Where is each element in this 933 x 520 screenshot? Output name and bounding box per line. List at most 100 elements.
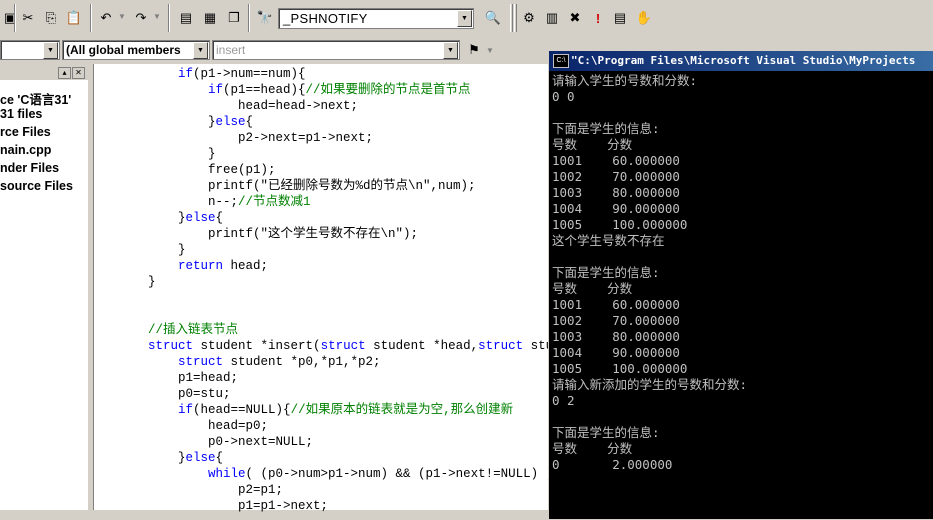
console-line: 请输入学生的号数和分数: [552, 73, 698, 88]
wizard-class-combo[interactable]: ▼ [0, 40, 60, 60]
tree-item-source-files[interactable]: rce Files [0, 125, 51, 139]
code-line: head=p0; [118, 418, 553, 434]
go-icon[interactable]: ▤ [610, 8, 630, 28]
tree-item-main-cpp[interactable]: nain.cpp [0, 143, 51, 157]
undo-dropdown-icon[interactable]: ▼ [118, 12, 126, 21]
code-line: } [118, 146, 553, 162]
code-line: p2=p1; [118, 482, 553, 498]
code-line: }else{ [118, 114, 553, 130]
tree-item-resource-files[interactable]: source Files [0, 179, 73, 193]
hand-breakpoint-icon[interactable]: ✋ [634, 8, 654, 28]
console-line: 1001 60.000000 [552, 297, 680, 312]
console-window[interactable]: C:\ "C:\Program Files\Microsoft Visual S… [548, 50, 933, 520]
output-window-icon[interactable]: ▦ [200, 8, 220, 28]
compile-icon[interactable]: ⚙ [519, 8, 539, 28]
console-line: 号数 分数 [552, 441, 633, 456]
undo-icon[interactable]: ↶ [96, 8, 116, 28]
console-line: 请输入新添加的学生的号数和分数: [552, 377, 748, 392]
tree-item-workspace[interactable]: ce 'C语言31' [0, 89, 71, 108]
toolbar-grip[interactable] [514, 4, 517, 32]
wizard-action-dropdown-icon[interactable]: ▼ [486, 46, 494, 55]
toolbar-separator [14, 4, 16, 32]
wizard-action-icon[interactable]: ⚑ [464, 40, 484, 60]
code-keyword: if [178, 403, 194, 417]
members-combo[interactable]: insert ▼ [212, 40, 460, 60]
console-line: 1003 80.000000 [552, 329, 680, 344]
console-app-icon: C:\ [553, 54, 569, 68]
console-line: 下面是学生的信息: [552, 121, 660, 136]
stop-build-icon[interactable]: ✖ [565, 8, 585, 28]
members-filter-combo[interactable]: (All global members ▼ [62, 40, 210, 60]
code-text: head; [223, 259, 269, 273]
chevron-down-icon[interactable]: ▼ [457, 10, 472, 27]
code-text: student *head, [365, 339, 479, 353]
code-text: head=head->next; [118, 99, 359, 113]
console-line: 1002 70.000000 [552, 169, 680, 184]
tree-item-header-files[interactable]: nder Files [0, 161, 59, 175]
toolbar-grip[interactable] [510, 4, 513, 32]
code-text: student *insert( [193, 339, 321, 353]
code-text: } [118, 243, 186, 257]
console-line: 1004 90.000000 [552, 345, 680, 360]
find-in-files-icon[interactable]: 🔭 [255, 8, 275, 28]
code-line: head=head->next; [118, 98, 553, 114]
code-text: { [215, 211, 224, 225]
redo-icon[interactable]: ↷ [131, 8, 151, 28]
code-line: }else{ [118, 450, 553, 466]
console-line: 1003 80.000000 [552, 185, 680, 200]
members-combo-value: insert [216, 43, 246, 57]
chevron-down-icon[interactable]: ▼ [43, 42, 58, 59]
close-icon[interactable]: ✕ [72, 67, 85, 79]
code-line: struct student *p0,*p1,*p2; [118, 354, 553, 370]
code-text: student *p0,*p1,*p2; [223, 355, 381, 369]
console-line: 下面是学生的信息: [552, 425, 660, 440]
class-combo[interactable]: _PSHNOTIFY ▼ [278, 8, 474, 29]
main-toolbar: ▣ ✂ ⎘ 📋 ↶ ▼ ↷ ▼ ▤ ▦ ❐ 🔭 _PSHNOTIFY ▼ 🔍 ⚙… [0, 0, 933, 38]
search-icon[interactable]: 🔍 [483, 8, 503, 28]
build-icon[interactable]: ▥ [542, 8, 562, 28]
window-list-icon[interactable]: ❐ [224, 8, 244, 28]
code-text: p1=p1->next; [118, 499, 329, 513]
console-line: 0 2.000000 [552, 457, 673, 472]
code-text: head=p0; [118, 419, 269, 433]
code-line: printf("已经删除号数为%d的节点\n",num); [118, 178, 553, 194]
code-text: } [118, 211, 186, 225]
code-text: (head==NULL){ [193, 403, 291, 417]
restore-icon[interactable]: ▴ [58, 67, 71, 79]
class-combo-value: _PSHNOTIFY [283, 11, 368, 26]
code-comment: //如果要删除的节点是首节点 [305, 83, 471, 97]
chevron-down-icon[interactable]: ▼ [193, 42, 208, 59]
code-text: printf("已经删除号数为%d的节点\n",num); [118, 179, 476, 193]
console-title-bar[interactable]: C:\ "C:\Program Files\Microsoft Visual S… [549, 51, 933, 71]
code-line: p1=head; [118, 370, 553, 386]
code-line: p1=p1->next; [118, 498, 553, 514]
workspace-window-icon[interactable]: ▤ [176, 8, 196, 28]
cut-icon[interactable]: ✂ [18, 8, 38, 28]
tree-item-project[interactable]: 31 files [0, 107, 42, 121]
paste-icon[interactable]: 📋 [64, 8, 84, 28]
code-editor[interactable]: if(p1->num==num){ if(p1==head){//如果要删除的节… [93, 64, 554, 513]
code-text: p2->next=p1->next; [118, 131, 374, 145]
members-filter-value: (All global members [66, 43, 181, 57]
redo-dropdown-icon[interactable]: ▼ [153, 12, 161, 21]
code-comment: //节点数减1 [238, 195, 311, 209]
code-line: } [118, 242, 553, 258]
code-keyword: if [178, 67, 194, 81]
workspace-panel: ▴ ✕ ce 'C语言31' 31 files rce Files nain.c… [0, 64, 90, 510]
console-line: 号数 分数 [552, 137, 633, 152]
code-line: p0->next=NULL; [118, 434, 553, 450]
chevron-down-icon[interactable]: ▼ [443, 42, 458, 59]
copy-icon[interactable]: ⎘ [41, 8, 61, 28]
code-line: p0=stu; [118, 386, 553, 402]
console-line: 下面是学生的信息: [552, 265, 660, 280]
code-comment: //插入链表节点 [148, 323, 239, 337]
save-all-icon[interactable]: ▣ [0, 8, 20, 28]
code-keyword: while [208, 467, 246, 481]
execute-icon[interactable]: ! [588, 8, 608, 28]
